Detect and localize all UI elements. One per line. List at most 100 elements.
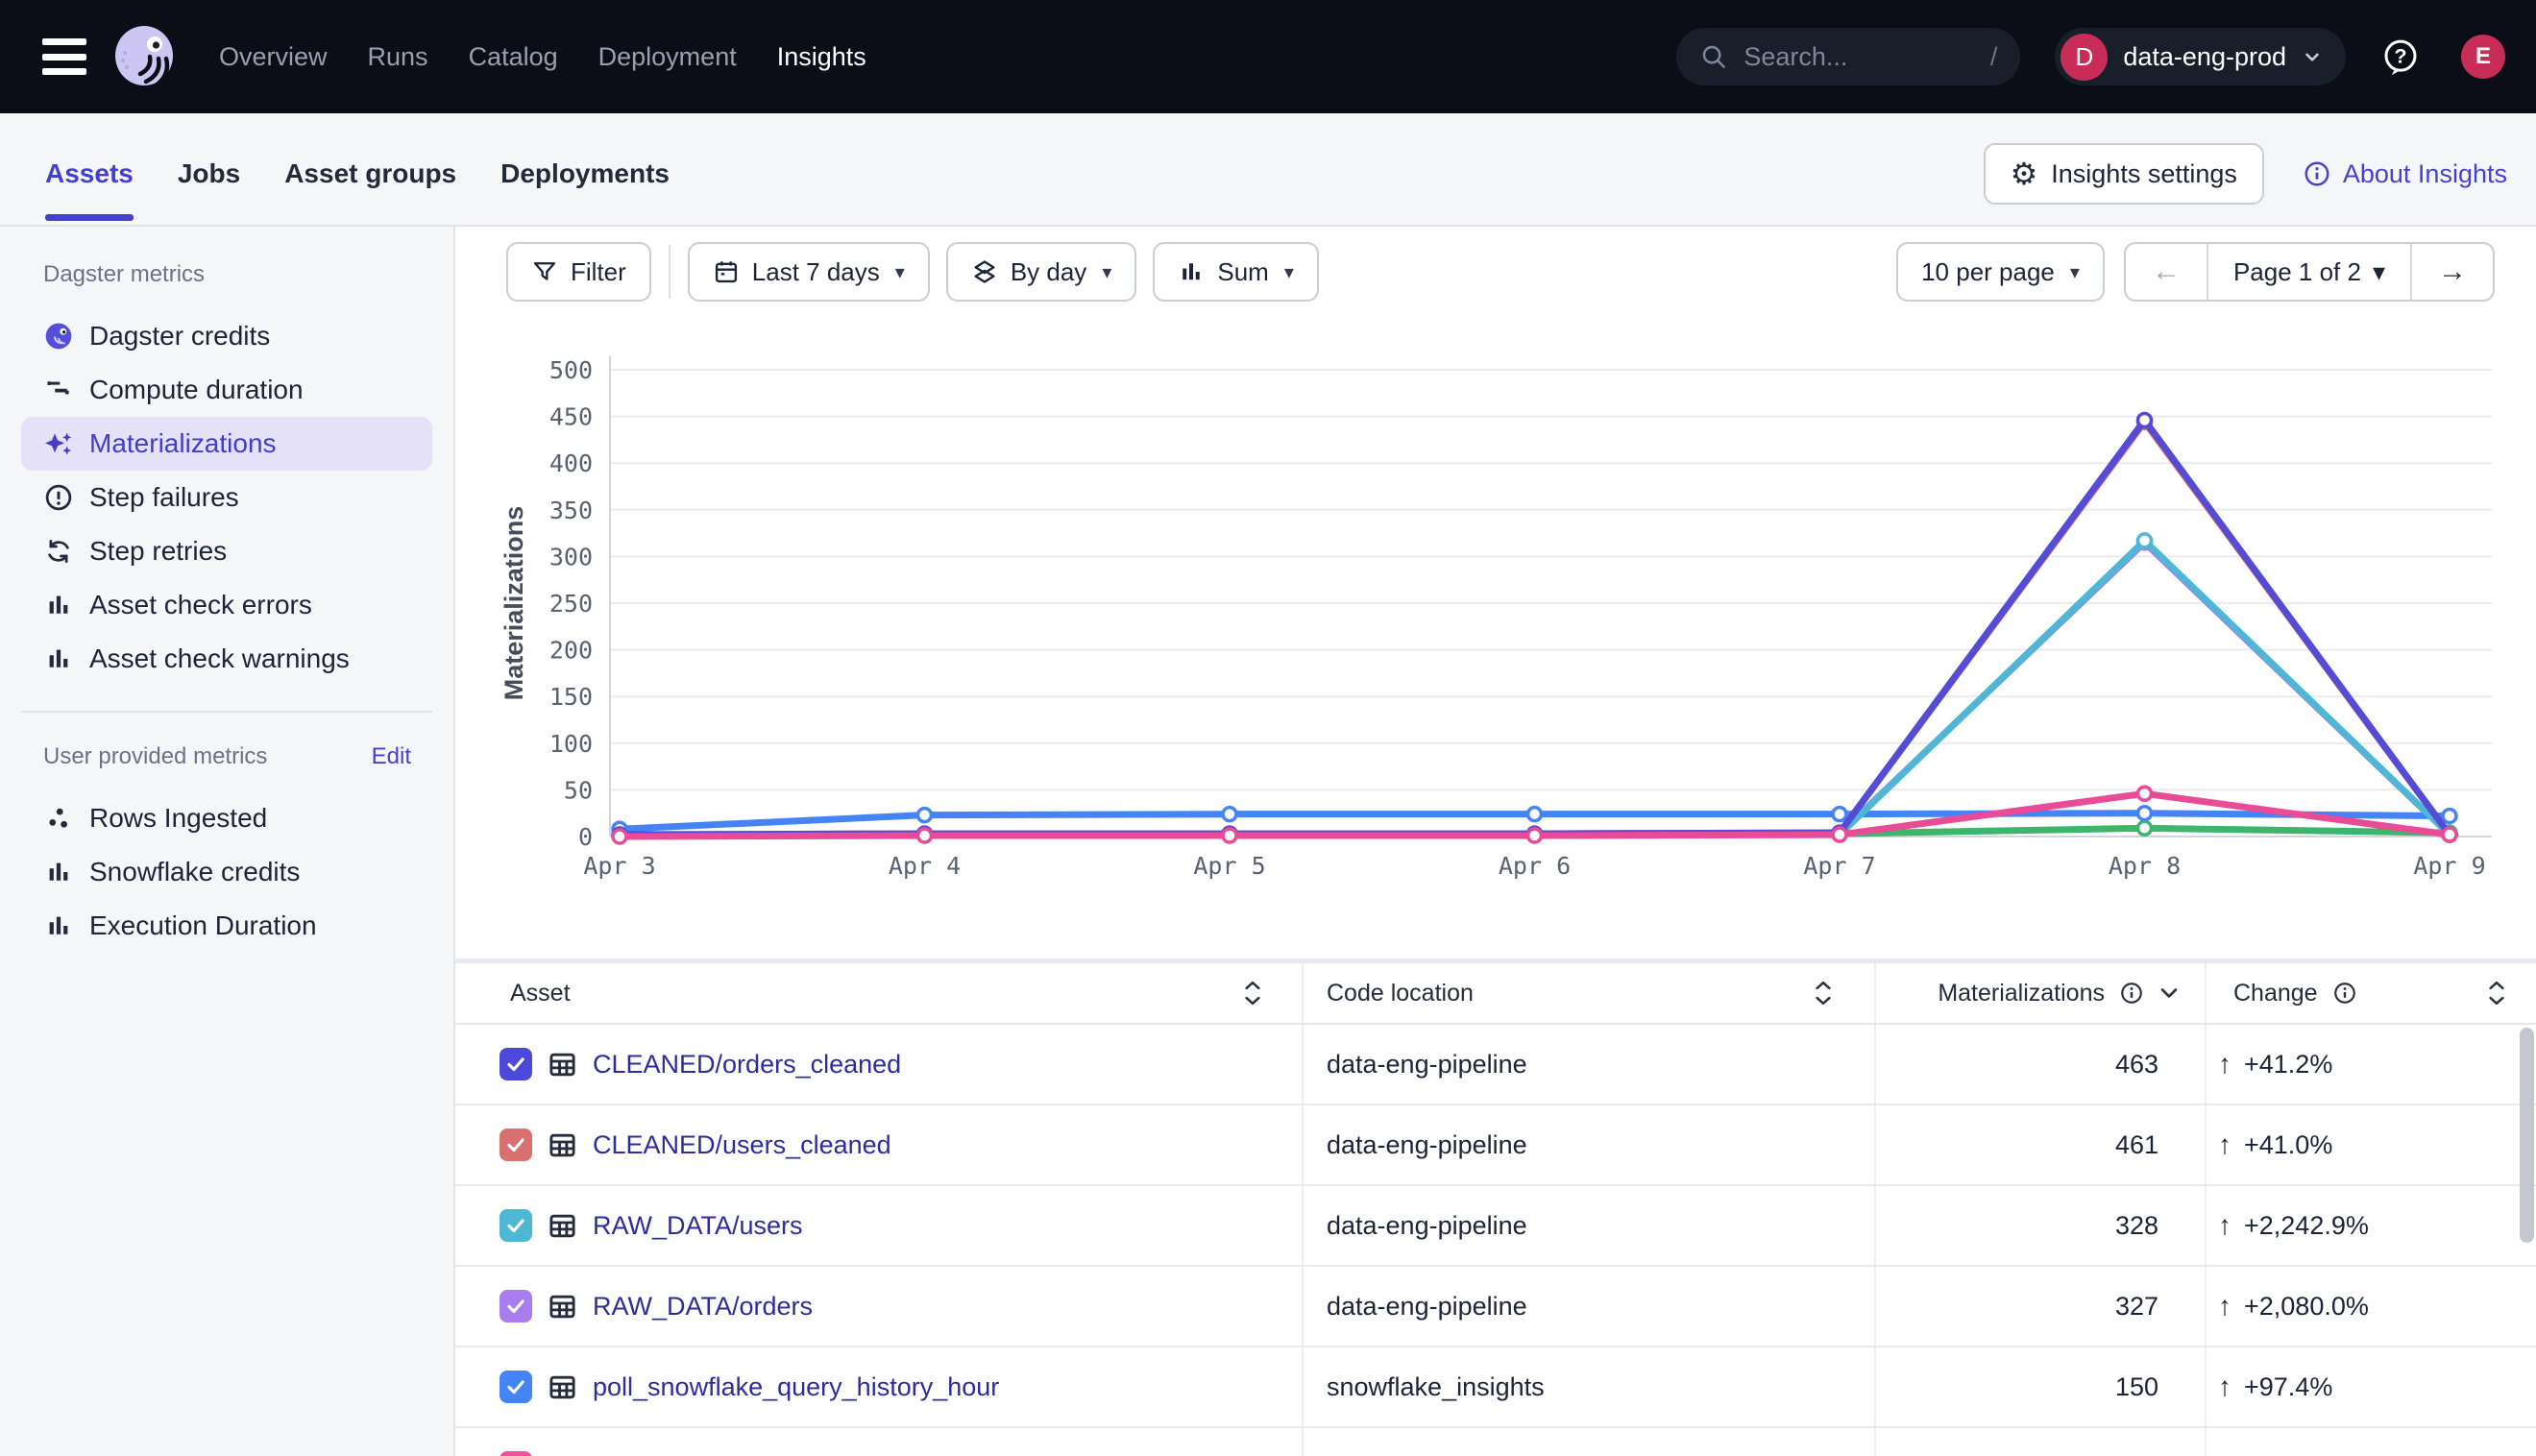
y-tick-label: 350: [549, 497, 593, 524]
x-tick-label: Apr 8: [2109, 852, 2181, 880]
table-scrollbar[interactable]: [2520, 1028, 2534, 1243]
metrics-sidebar: Dagster metrics Dagster credits Compute …: [0, 227, 455, 1456]
materializations-chart: 050100150200250300350400450500Apr 3Apr 4…: [455, 336, 2536, 932]
y-tick-label: 500: [549, 356, 593, 384]
insights-settings-button[interactable]: ⚙ Insights settings: [1984, 143, 2264, 205]
column-header-code-location[interactable]: Code location: [1304, 963, 1876, 1023]
sidebar-item-materializations[interactable]: Materializations: [21, 417, 432, 471]
chart-point[interactable]: [918, 809, 932, 822]
asset-cell: CLEANED/locations_cleaned: [455, 1428, 1304, 1456]
user-avatar[interactable]: E: [2461, 35, 2505, 79]
search-input[interactable]: Search... /: [1676, 28, 2020, 85]
insights-page: Overview Runs Catalog Deployment Insight…: [0, 0, 2536, 1456]
sort-updown-icon: [1813, 980, 1834, 1007]
prev-page-button[interactable]: ←: [2126, 244, 2207, 300]
chart-point[interactable]: [2138, 821, 2152, 835]
chart-line-RAW_DATA/users: [620, 541, 2450, 836]
y-axis-title: Materializations: [500, 506, 528, 701]
nav-catalog[interactable]: Catalog: [469, 42, 558, 72]
chart-point[interactable]: [2138, 534, 2152, 547]
nav-overview[interactable]: Overview: [219, 42, 328, 72]
asset-link[interactable]: RAW_DATA/users: [593, 1211, 803, 1241]
tab-assets[interactable]: Assets: [45, 123, 134, 225]
asset-link[interactable]: poll_snowflake_query_history_hour: [593, 1372, 999, 1402]
asset-checkbox[interactable]: [500, 1290, 532, 1323]
chart-point[interactable]: [1528, 829, 1542, 842]
column-header-change[interactable]: Change: [2207, 963, 2536, 1023]
sort-down-icon: [2158, 986, 2180, 1000]
asset-checkbox[interactable]: [500, 1128, 532, 1161]
y-tick-label: 250: [549, 590, 593, 618]
asset-link[interactable]: CLEANED/orders_cleaned: [593, 1050, 901, 1080]
sidebar-item-rows-ingested[interactable]: Rows Ingested: [21, 791, 432, 845]
sidebar-item-execution-duration[interactable]: Execution Duration: [21, 899, 432, 953]
chart-point[interactable]: [613, 830, 626, 843]
next-page-button[interactable]: →: [2412, 244, 2493, 300]
info-icon: [2303, 159, 2331, 188]
column-header-materializations[interactable]: Materializations: [1876, 963, 2207, 1023]
column-header-asset[interactable]: Asset: [455, 963, 1304, 1023]
group-by-button[interactable]: By day ▾: [946, 242, 1137, 302]
main-content: Filter Last 7 days ▾: [455, 227, 2536, 1456]
up-arrow-icon: ↑: [2218, 1452, 2231, 1456]
chart-point[interactable]: [2138, 807, 2152, 820]
change-value: +97.4%: [2244, 1372, 2332, 1402]
asset-link[interactable]: RAW_DATA/orders: [593, 1292, 813, 1322]
chart-point[interactable]: [1223, 808, 1236, 821]
page-select-button[interactable]: Page 1 of 2 ▾: [2207, 244, 2412, 300]
asset-link[interactable]: CLEANED/users_cleaned: [593, 1130, 891, 1160]
sidebar-item-label: Execution Duration: [89, 910, 317, 941]
change-value: +4,600.0%: [2244, 1453, 2369, 1456]
chart-point[interactable]: [1528, 808, 1542, 821]
tab-deployments[interactable]: Deployments: [500, 123, 670, 225]
asset-checkbox[interactable]: [500, 1451, 532, 1456]
change-value: +41.0%: [2244, 1130, 2332, 1160]
sidebar-item-step-failures[interactable]: Step failures: [21, 471, 432, 524]
nav-insights[interactable]: Insights: [777, 42, 866, 72]
check-icon: [504, 1133, 527, 1156]
table-row: poll_snowflake_query_history_hoursnowfla…: [455, 1347, 2536, 1428]
table-row: RAW_DATA/usersdata-eng-pipeline328↑+2,24…: [455, 1186, 2536, 1267]
sidebar-item-asset-check-errors[interactable]: Asset check errors: [21, 578, 432, 632]
org-switcher[interactable]: D data-eng-prod: [2055, 28, 2346, 85]
chart-point[interactable]: [1223, 829, 1236, 842]
date-range-button[interactable]: Last 7 days ▾: [688, 242, 930, 302]
chart-point[interactable]: [1833, 828, 1846, 841]
caret-down-icon: ▾: [1102, 260, 1111, 284]
filter-button[interactable]: Filter: [506, 242, 651, 302]
asset-checkbox[interactable]: [500, 1371, 532, 1403]
sidebar-item-compute-duration[interactable]: Compute duration: [21, 363, 432, 417]
org-badge: D: [2060, 34, 2108, 81]
funnel-icon: [531, 258, 558, 285]
menu-icon[interactable]: [42, 38, 86, 75]
materializations-value: 461: [1876, 1105, 2207, 1184]
per-page-button[interactable]: 10 per page ▾: [1896, 242, 2105, 302]
sidebar-item-step-retries[interactable]: Step retries: [21, 524, 432, 578]
nav-runs[interactable]: Runs: [368, 42, 428, 72]
asset-link[interactable]: CLEANED/locations_cleaned: [593, 1453, 930, 1456]
column-label: Materializations: [1938, 980, 2105, 1007]
about-insights-link[interactable]: About Insights: [2303, 159, 2507, 189]
table-icon: [548, 1130, 577, 1160]
chart-point[interactable]: [2443, 810, 2456, 823]
chart-point[interactable]: [2138, 413, 2152, 426]
asset-checkbox[interactable]: [500, 1048, 532, 1080]
chart-point[interactable]: [1833, 808, 1846, 821]
search-placeholder: Search...: [1744, 42, 1847, 72]
sort-updown-icon: [2486, 980, 2507, 1007]
sidebar-item-label: Compute duration: [89, 375, 304, 405]
chart-point[interactable]: [918, 829, 932, 842]
chart-point[interactable]: [2443, 828, 2456, 841]
sidebar-item-dagster-credits[interactable]: Dagster credits: [21, 309, 432, 363]
tab-jobs[interactable]: Jobs: [178, 123, 240, 225]
edit-metrics-link[interactable]: Edit: [372, 743, 411, 770]
nav-deployment[interactable]: Deployment: [598, 42, 737, 72]
chart-line-CLEANED/users_cleaned: [620, 422, 2450, 835]
sidebar-item-snowflake-credits[interactable]: Snowflake credits: [21, 845, 432, 899]
chart-point[interactable]: [2138, 787, 2152, 800]
tab-asset-groups[interactable]: Asset groups: [284, 123, 456, 225]
help-icon[interactable]: ?: [2381, 37, 2420, 76]
asset-checkbox[interactable]: [500, 1209, 532, 1242]
aggregation-button[interactable]: Sum ▾: [1153, 242, 1319, 302]
sidebar-item-asset-check-warnings[interactable]: Asset check warnings: [21, 632, 432, 686]
